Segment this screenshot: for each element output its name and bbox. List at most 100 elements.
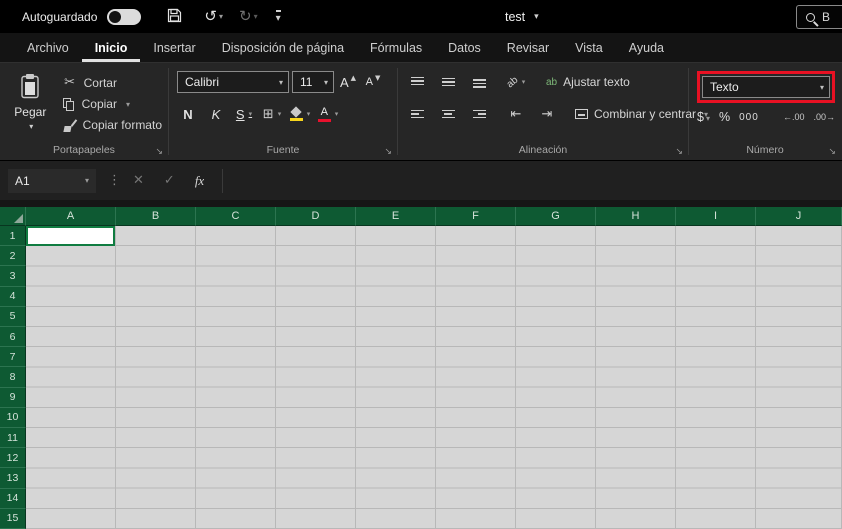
selected-cell-a1[interactable] xyxy=(26,226,115,247)
column-header-a[interactable]: A xyxy=(26,207,116,226)
row-header-2[interactable]: 2 xyxy=(0,246,26,267)
dialog-launcher-icon[interactable]: ↘ xyxy=(155,147,163,157)
save-icon[interactable] xyxy=(167,8,182,26)
row-header-15[interactable]: 15 xyxy=(0,508,26,529)
borders-button[interactable]: ⊞ ▾ xyxy=(261,103,283,125)
align-right-button[interactable] xyxy=(468,103,490,125)
undo-icon[interactable]: ↺ xyxy=(204,9,217,24)
decrease-font-size-button[interactable]: A ▼ xyxy=(362,71,384,93)
decrease-decimal-button[interactable]: .00→ xyxy=(813,112,835,122)
select-all-button[interactable] xyxy=(0,207,26,226)
dialog-launcher-icon[interactable]: ↘ xyxy=(828,147,836,157)
column-j-cells[interactable] xyxy=(756,226,842,529)
bold-button[interactable]: N xyxy=(177,103,199,125)
row-header-13[interactable]: 13 xyxy=(0,468,26,489)
column-i-cells[interactable] xyxy=(676,226,756,529)
title-chevron-icon[interactable]: ▾ xyxy=(534,12,539,22)
formula-cancel-button[interactable]: ✕ xyxy=(133,173,144,188)
column-a-cells[interactable] xyxy=(26,226,116,529)
increase-decimal-button[interactable]: ←.00 xyxy=(783,112,805,122)
column-header-f[interactable]: F xyxy=(436,207,516,226)
autosave-toggle[interactable] xyxy=(107,8,142,25)
tab-vista[interactable]: Vista xyxy=(562,33,616,62)
tab-revisar[interactable]: Revisar xyxy=(494,33,562,62)
row-header-5[interactable]: 5 xyxy=(0,306,26,328)
column-header-j[interactable]: J xyxy=(756,207,842,226)
wrap-text-button[interactable]: ab Ajustar texto xyxy=(546,75,630,89)
tab-ayuda[interactable]: Ayuda xyxy=(616,33,677,62)
customize-quick-access-icon[interactable]: ▾ xyxy=(275,9,281,24)
percent-button[interactable]: % xyxy=(719,110,730,124)
align-bottom-button[interactable] xyxy=(468,71,490,93)
align-top-button[interactable] xyxy=(406,71,428,93)
increase-font-size-button[interactable]: A ▲ xyxy=(337,71,359,93)
number-format-select[interactable]: Texto ▾ xyxy=(702,76,830,98)
align-center-button[interactable] xyxy=(437,103,459,125)
column-header-h[interactable]: H xyxy=(596,207,676,226)
column-header-i[interactable]: I xyxy=(676,207,756,226)
tab-disposicion[interactable]: Disposición de página xyxy=(209,33,357,62)
column-c-cells[interactable] xyxy=(196,226,276,529)
align-left-button[interactable] xyxy=(406,103,428,125)
column-header-e[interactable]: E xyxy=(356,207,436,226)
column-header-d[interactable]: D xyxy=(276,207,356,226)
column-d-cells[interactable] xyxy=(276,226,356,529)
font-size-select[interactable]: 11 ▾ xyxy=(292,71,334,93)
currency-button[interactable]: $ ▾ xyxy=(697,110,710,124)
tab-archivo[interactable]: Archivo xyxy=(14,33,82,62)
column-h-cells[interactable] xyxy=(596,226,676,529)
column-e-cells[interactable] xyxy=(356,226,436,529)
formula-input[interactable] xyxy=(222,168,842,193)
redo-icon[interactable]: ↻ xyxy=(239,9,252,24)
row-header-4[interactable]: 4 xyxy=(0,286,26,307)
tab-formulas[interactable]: Fórmulas xyxy=(357,33,435,62)
column-header-b[interactable]: B xyxy=(116,207,196,226)
copy-button[interactable]: Copiar ▾ xyxy=(62,97,162,111)
row-header-10[interactable]: 10 xyxy=(0,407,26,429)
copy-chevron-icon: ▾ xyxy=(125,99,130,109)
undo-chevron-icon[interactable]: ▾ xyxy=(219,12,223,21)
column-header-c[interactable]: C xyxy=(196,207,276,226)
grip-dots-icon[interactable]: ⋮ xyxy=(108,173,121,188)
row-header-14[interactable]: 14 xyxy=(0,488,26,509)
row-header-12[interactable]: 12 xyxy=(0,448,26,469)
dialog-launcher-icon[interactable]: ↘ xyxy=(675,147,683,157)
dialog-launcher-icon[interactable]: ↘ xyxy=(384,147,392,157)
fill-color-button[interactable]: ▾ xyxy=(289,103,311,125)
name-box[interactable]: A1 ▾ xyxy=(8,168,96,193)
row-header-3[interactable]: 3 xyxy=(0,266,26,287)
column-f-cells[interactable] xyxy=(436,226,516,529)
underline-button[interactable]: S ▾ xyxy=(233,103,255,125)
search-box[interactable]: B xyxy=(796,5,842,29)
column-header-g[interactable]: G xyxy=(516,207,596,226)
orientation-button[interactable]: ab ▾ xyxy=(504,71,527,93)
column-g-cells[interactable] xyxy=(516,226,596,529)
redo-chevron-icon[interactable]: ▾ xyxy=(254,12,258,21)
paste-button[interactable]: Pegar ▾ xyxy=(8,71,53,132)
tab-datos[interactable]: Datos xyxy=(435,33,494,62)
tab-inicio[interactable]: Inicio xyxy=(82,33,141,62)
font-color-button[interactable]: A ▾ xyxy=(317,103,339,125)
increase-indent-button[interactable]: ⇥ xyxy=(536,103,558,125)
group-fuente: Calibri ▾ 11 ▾ A ▲ A ▼ N K S ▾ ⊞ ▾ ▾ A ▾… xyxy=(169,63,397,160)
cut-button[interactable]: ✂ Cortar xyxy=(63,75,162,90)
font-name-select[interactable]: Calibri ▾ xyxy=(177,71,289,93)
insert-function-button[interactable]: fx xyxy=(195,173,204,189)
format-painter-button[interactable]: Copiar formato xyxy=(62,118,162,132)
row-header-8[interactable]: 8 xyxy=(0,367,26,388)
scissors-icon: ✂ xyxy=(64,75,76,90)
row-header-6[interactable]: 6 xyxy=(0,327,26,348)
comma-style-button[interactable]: 000 xyxy=(739,112,759,123)
decrease-indent-button[interactable]: ⇤ xyxy=(505,103,527,125)
cell-area[interactable] xyxy=(26,226,842,529)
tab-insertar[interactable]: Insertar xyxy=(140,33,208,62)
row-header-9[interactable]: 9 xyxy=(0,387,26,408)
row-header-7[interactable]: 7 xyxy=(0,347,26,368)
formula-enter-button[interactable]: ✓ xyxy=(164,173,175,188)
row-header-1[interactable]: 1 xyxy=(0,226,26,247)
italic-button[interactable]: K xyxy=(205,103,227,125)
document-title[interactable]: test xyxy=(505,10,525,24)
row-header-11[interactable]: 11 xyxy=(0,428,26,449)
column-b-cells[interactable] xyxy=(116,226,196,529)
align-middle-button[interactable] xyxy=(437,71,459,93)
